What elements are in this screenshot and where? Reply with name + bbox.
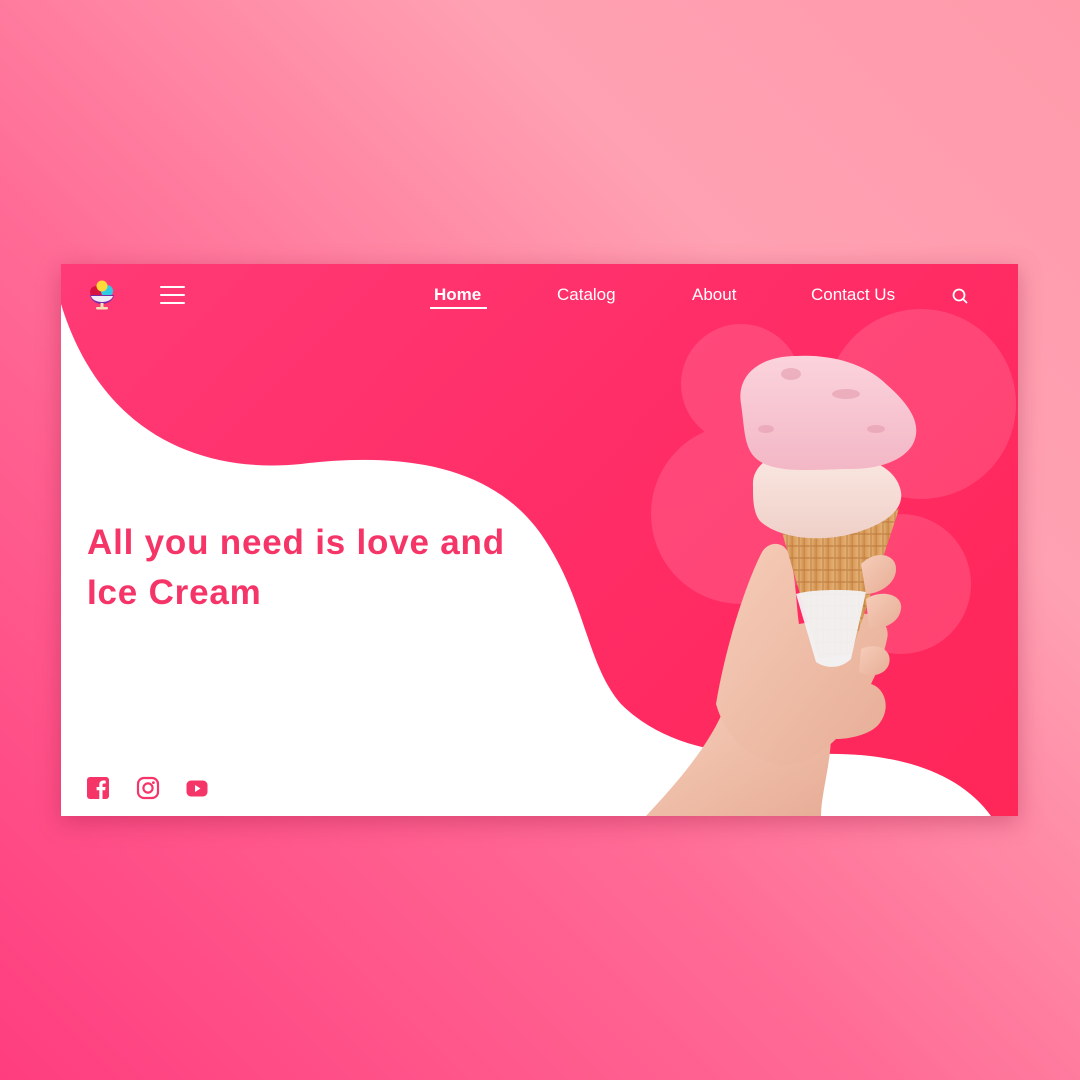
nav-home[interactable]: Home (434, 285, 481, 305)
hamburger-menu-icon[interactable] (160, 286, 186, 308)
youtube-icon[interactable] (185, 776, 209, 800)
active-nav-underline (430, 307, 487, 309)
nav-contact-us[interactable]: Contact Us (811, 285, 895, 305)
hero-headline: All you need is love and Ice Cream (87, 523, 505, 612)
ice-cream-logo-icon[interactable] (87, 280, 117, 312)
instagram-icon[interactable] (136, 776, 160, 800)
nav-about[interactable]: About (692, 285, 736, 305)
facebook-icon[interactable] (86, 776, 110, 800)
nav-catalog[interactable]: Catalog (557, 285, 616, 305)
search-icon[interactable] (950, 286, 970, 306)
landing-page: Home Catalog About Contact Us All you ne… (61, 264, 1018, 816)
